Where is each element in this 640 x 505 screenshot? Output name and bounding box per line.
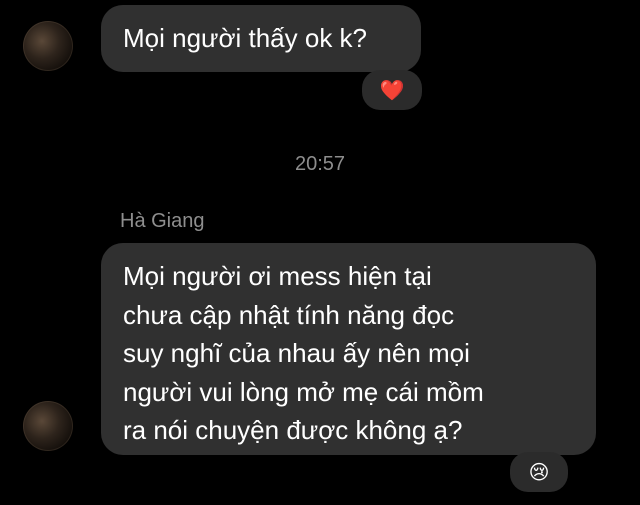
sender-avatar[interactable] (23, 401, 73, 451)
sender-name: Hà Giang (120, 210, 205, 232)
message-bubble[interactable]: Mọi người thấy ok k? (101, 5, 421, 72)
crying-face-icon: 😢 (528, 461, 550, 484)
message-text-line: Mọi người ơi mess hiện tại (123, 261, 432, 291)
red-heart-icon: ❤️ (379, 79, 405, 102)
message-text-line: ra nói chuyện được không ạ? (123, 415, 463, 445)
message-text: Mọi người thấy ok k? (123, 23, 368, 53)
message-text-line: người vui lòng mở mẹ cái mồm (123, 376, 484, 407)
sender-avatar[interactable] (23, 21, 73, 71)
message-reaction[interactable]: 😢 (510, 452, 568, 492)
timestamp: 20:57 (294, 153, 346, 175)
message-text-line: chưa cập nhật tính năng đọc (123, 299, 455, 330)
message-text-line: suy nghĩ của nhau ấy nên mọi (123, 338, 470, 368)
message-bubble[interactable]: Mọi người ơi mess hiện tại chưa cập nhật… (101, 243, 596, 455)
message-reaction[interactable]: ❤️ (362, 70, 422, 110)
